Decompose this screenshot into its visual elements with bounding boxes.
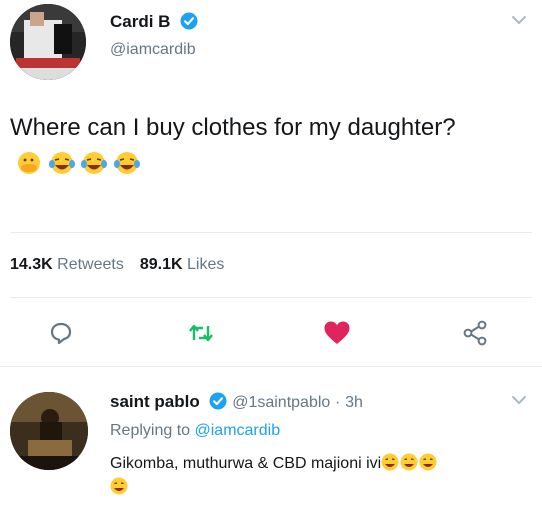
likes-stat[interactable]: 89.1K Likes: [140, 256, 225, 273]
replying-to: Replying to @iamcardib: [110, 422, 281, 439]
avatar[interactable]: [10, 392, 88, 470]
verified-badge-icon: [209, 392, 227, 410]
display-name[interactable]: saint pablo: [110, 392, 200, 411]
reply-header: saint pablo @1saintpablo · 3h: [110, 392, 363, 412]
like-button[interactable]: [322, 318, 352, 348]
timestamp[interactable]: 3h: [345, 394, 363, 411]
share-icon: [463, 320, 487, 346]
share-button[interactable]: [460, 318, 490, 348]
divider: [10, 297, 532, 298]
retweets-stat[interactable]: 14.3K Retweets: [10, 256, 124, 273]
retweet-button[interactable]: [186, 318, 216, 348]
avatar-image: [10, 392, 88, 470]
action-bar: [0, 318, 542, 352]
laughing-crying-emoji: [114, 152, 141, 174]
laughing-crying-emoji: [419, 453, 437, 471]
reply-text: Gikomba, muthurwa & CBD majioni ivi: [110, 452, 530, 500]
chevron-down-icon[interactable]: [510, 394, 528, 406]
laughing-crying-emoji: [81, 152, 108, 174]
laughing-crying-emoji: [48, 152, 75, 174]
avatar[interactable]: [10, 4, 86, 80]
avatar-image: [10, 4, 86, 80]
tweet-text: Where can I buy clothes for my daughter?: [10, 110, 510, 187]
laughing-crying-emoji: [400, 453, 418, 471]
replying-to-link[interactable]: @iamcardib: [195, 422, 281, 439]
separator: ·: [335, 394, 341, 411]
tweet-stats: 14.3K Retweets 89.1K Likes: [10, 256, 224, 274]
emoji-row: [16, 150, 141, 187]
laughing-crying-emoji: [381, 453, 399, 471]
divider: [10, 232, 532, 233]
laughing-crying-emoji: [110, 477, 128, 495]
retweet-icon: [189, 324, 213, 342]
face-with-hand-over-mouth-emoji: [18, 152, 40, 174]
verified-badge-icon: [180, 12, 198, 30]
reply-button[interactable]: [46, 318, 76, 348]
heart-icon: [324, 321, 350, 344]
display-name[interactable]: Cardi B: [110, 12, 198, 32]
reply-tweet[interactable]: saint pablo @1saintpablo · 3h Replying t…: [0, 380, 542, 510]
divider: [0, 366, 542, 367]
handle[interactable]: @1saintpablo: [232, 394, 330, 411]
reply-bubble-icon: [50, 322, 72, 345]
tweet-header: Cardi B @iamcardib: [0, 0, 542, 90]
chevron-down-icon[interactable]: [510, 14, 528, 26]
handle[interactable]: @iamcardib: [110, 41, 196, 59]
